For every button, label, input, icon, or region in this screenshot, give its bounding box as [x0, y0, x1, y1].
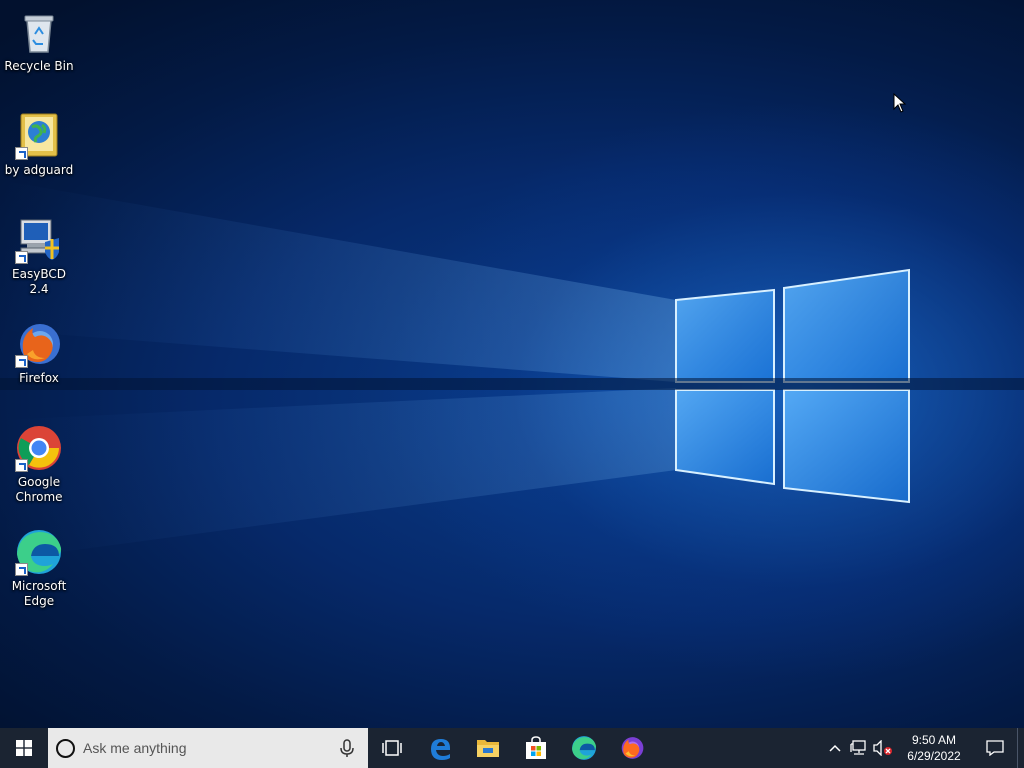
- globe-book-icon: [15, 112, 63, 160]
- taskbar-file-explorer[interactable]: [464, 728, 512, 768]
- clock-date: 6/29/2022: [907, 749, 961, 763]
- desktop-icon-label: Google Chrome: [15, 475, 63, 504]
- desktop-icon-by-adguard[interactable]: by adguard: [2, 106, 76, 178]
- cortana-icon: [56, 738, 75, 758]
- clock[interactable]: 9:50 AM 6/29/2022: [895, 732, 973, 764]
- taskbar: Ask me anything 9:50 AM 6/29/2022: [0, 728, 1024, 768]
- action-center-button[interactable]: [973, 728, 1017, 768]
- action-center-icon: [986, 740, 1004, 756]
- easybcd-icon: [15, 216, 63, 264]
- desktop-icon-microsoft-edge[interactable]: Microsoft Edge: [2, 522, 76, 609]
- volume-button[interactable]: [871, 728, 895, 768]
- start-button[interactable]: [0, 728, 48, 768]
- search-placeholder: Ask me anything: [83, 740, 187, 756]
- desktop-icon-label: Microsoft Edge: [11, 579, 67, 608]
- edge-icon: [572, 736, 596, 760]
- network-icon: [850, 740, 866, 755]
- taskbar-microsoft-edge[interactable]: [560, 728, 608, 768]
- recycle-bin-icon: [15, 8, 63, 56]
- system-tray: 9:50 AM 6/29/2022: [823, 728, 1024, 768]
- taskbar-firefox[interactable]: [608, 728, 656, 768]
- desktop-icon-firefox[interactable]: Firefox: [2, 314, 76, 386]
- clock-time: 9:50 AM: [911, 733, 957, 747]
- chevron-up-icon: [829, 744, 841, 752]
- search-box[interactable]: Ask me anything: [48, 728, 368, 768]
- shortcut-arrow-icon: [15, 147, 28, 160]
- store-icon: [526, 736, 546, 759]
- task-view-button[interactable]: [368, 728, 416, 768]
- taskbar-edge-legacy[interactable]: [416, 728, 464, 768]
- show-hidden-icons-button[interactable]: [823, 728, 847, 768]
- firefox-icon: [15, 320, 63, 368]
- desktop-icon-label: EasyBCD 2.4: [12, 267, 66, 296]
- task-view-icon: [382, 740, 402, 756]
- edge-icon: [15, 528, 63, 576]
- desktop-icon-label: Firefox: [19, 371, 59, 385]
- chrome-icon: [15, 424, 63, 472]
- microphone-icon[interactable]: [336, 737, 358, 759]
- windows-logo-wallpaper: [0, 180, 1024, 560]
- network-button[interactable]: [847, 728, 871, 768]
- file-explorer-icon: [477, 740, 499, 757]
- desktop-icon-google-chrome[interactable]: Google Chrome: [2, 418, 76, 505]
- mouse-cursor-icon: [893, 93, 907, 113]
- edge-legacy-icon: [431, 739, 450, 760]
- shortcut-arrow-icon: [15, 459, 28, 472]
- desktop-icon-recycle-bin[interactable]: Recycle Bin: [2, 2, 76, 74]
- shortcut-arrow-icon: [15, 251, 28, 264]
- shortcut-arrow-icon: [15, 355, 28, 368]
- windows-start-icon: [16, 740, 32, 756]
- desktop[interactable]: Recycle Bin by adguard EasyBCD 2.4 Firef…: [0, 0, 1024, 728]
- taskbar-store[interactable]: [512, 728, 560, 768]
- show-desktop-button[interactable]: [1017, 728, 1024, 768]
- desktop-icon-label: Recycle Bin: [4, 59, 74, 73]
- desktop-icon-label: by adguard: [4, 163, 74, 177]
- desktop-icon-easybcd[interactable]: EasyBCD 2.4: [2, 210, 76, 297]
- shortcut-arrow-icon: [15, 563, 28, 576]
- volume-muted-icon: [873, 740, 892, 756]
- firefox-icon: [621, 737, 644, 759]
